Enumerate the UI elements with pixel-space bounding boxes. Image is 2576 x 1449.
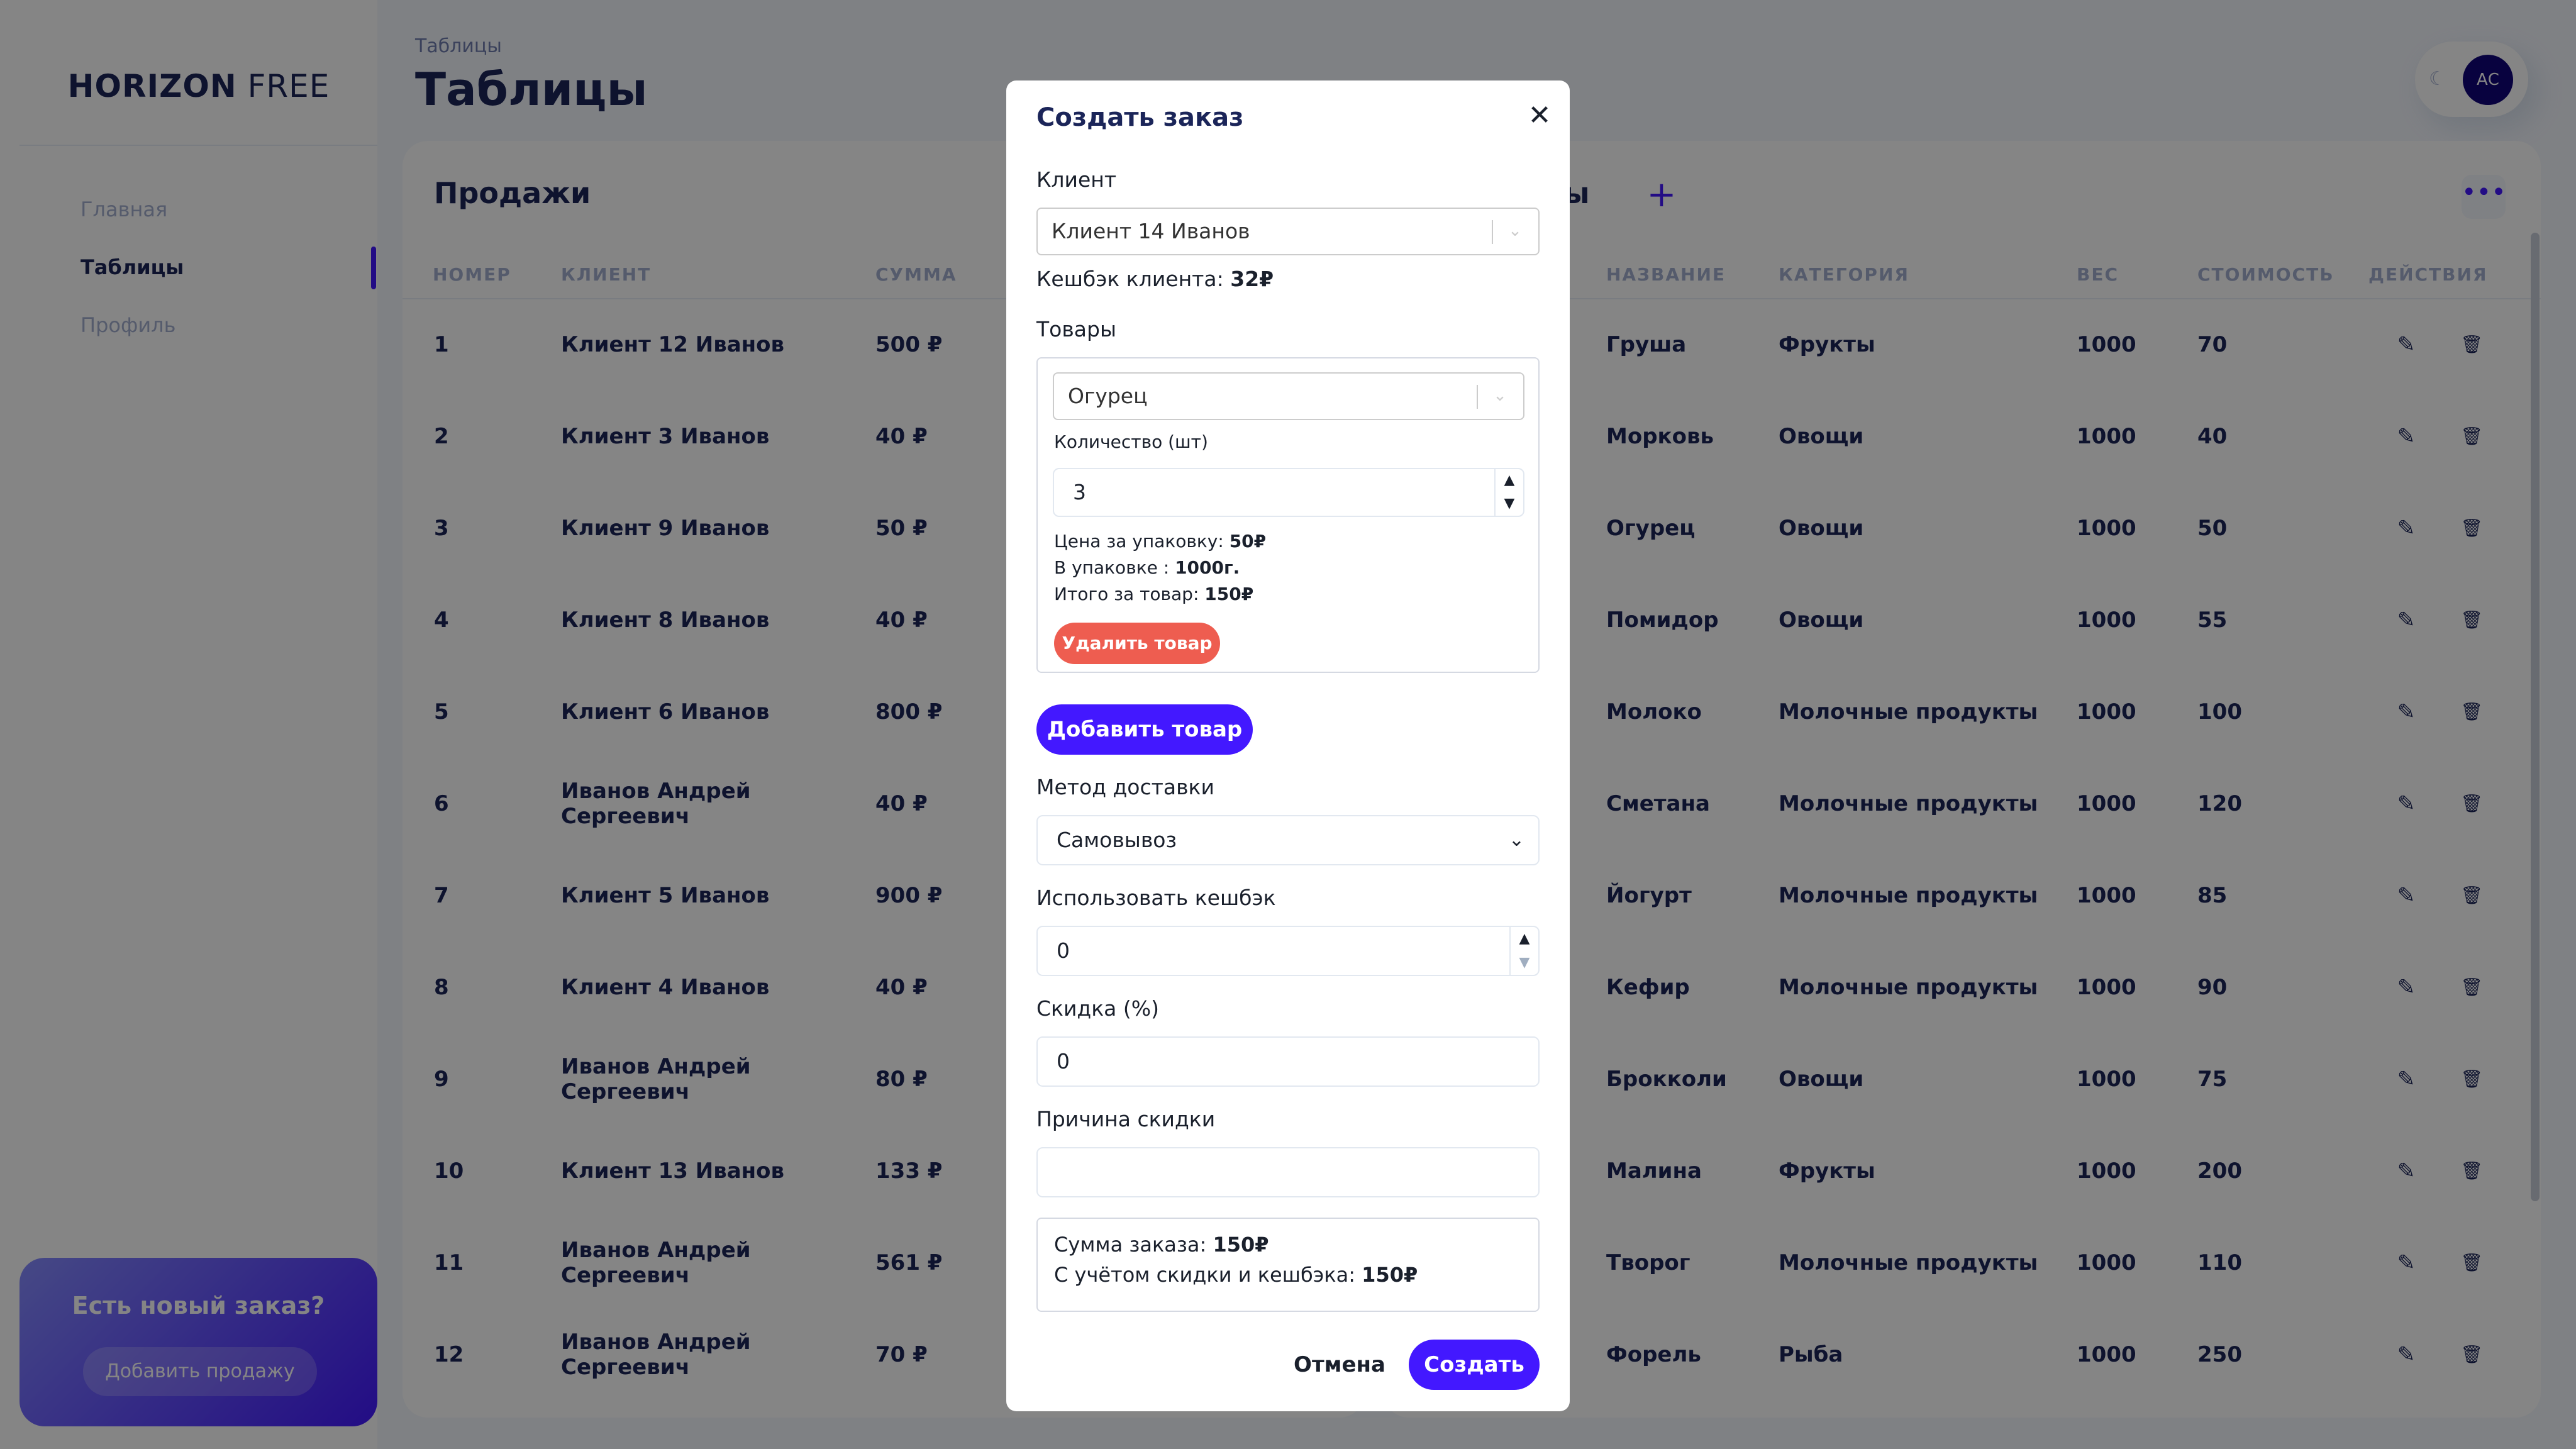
cashback-value: 32₽ [1230, 267, 1274, 291]
select-separator [1492, 220, 1493, 244]
close-icon[interactable]: ✕ [1523, 97, 1556, 135]
cancel-button[interactable]: Отмена [1287, 1340, 1392, 1390]
item-total-label: Итого за товар: [1054, 584, 1199, 604]
pack-price-text: Цена за упаковку: 50₽ [1054, 528, 1266, 555]
order-sum-value: 150₽ [1213, 1233, 1269, 1257]
pack-price-label: Цена за упаковку: [1054, 531, 1224, 552]
create-button[interactable]: Создать [1409, 1340, 1540, 1390]
item-total-text: Итого за товар: 150₽ [1054, 581, 1253, 608]
pack-weight-label: В упаковке : [1054, 557, 1170, 578]
discount-reason-input[interactable] [1036, 1147, 1540, 1197]
use-cashback-value: 0 [1057, 938, 1070, 963]
spin-down-icon[interactable]: ▼ [1511, 951, 1538, 975]
quantity-value: 3 [1073, 480, 1086, 504]
item-total-value: 150₽ [1204, 584, 1254, 604]
delivery-select[interactable]: Самовывоз ⌄ [1036, 815, 1540, 865]
use-cashback-label: Использовать кешбэк [1036, 886, 1276, 910]
spin-up-icon[interactable]: ▲ [1511, 927, 1538, 951]
select-separator [1477, 385, 1478, 409]
order-sum-label: Сумма заказа: [1054, 1233, 1207, 1257]
product-item-box: Огурец ⌄ Количество (шт) 3 ▲ ▼ Цена за у… [1036, 357, 1540, 673]
use-cashback-input[interactable]: 0 ▲ ▼ [1036, 926, 1540, 976]
cashback-label: Кешбэк клиента: [1036, 267, 1224, 291]
create-order-modal: Создать заказ ✕ Клиент Клиент 14 Иванов … [1006, 80, 1570, 1411]
order-summary-box: Сумма заказа: 150₽ С учётом скидки и кеш… [1036, 1218, 1540, 1312]
discount-reason-label: Причина скидки [1036, 1107, 1216, 1131]
client-cashback-text: Кешбэк клиента: 32₽ [1036, 267, 1274, 291]
quantity-label: Количество (шт) [1054, 431, 1208, 452]
cashback-spinner[interactable]: ▲ ▼ [1509, 927, 1538, 975]
client-select-value: Клиент 14 Иванов [1052, 219, 1250, 243]
client-label: Клиент [1036, 167, 1117, 192]
discount-input[interactable]: 0 [1036, 1036, 1540, 1087]
quantity-stepper[interactable]: 3 ▲ ▼ [1053, 468, 1524, 517]
spin-up-icon[interactable]: ▲ [1496, 469, 1523, 492]
spin-down-icon[interactable]: ▼ [1496, 492, 1523, 516]
chevron-down-icon[interactable]: ⌄ [1506, 221, 1524, 240]
modal-title: Создать заказ [1036, 103, 1244, 132]
order-sum-text: Сумма заказа: 150₽ [1054, 1231, 1269, 1258]
product-select-value: Огурец [1068, 384, 1148, 408]
goods-label: Товары [1036, 317, 1117, 341]
remove-product-button[interactable]: Удалить товар [1054, 623, 1220, 664]
product-select[interactable]: Огурец ⌄ [1053, 372, 1524, 420]
discount-label: Скидка (%) [1036, 996, 1159, 1021]
order-total-label: С учётом скидки и кешбэка: [1054, 1263, 1355, 1287]
pack-weight-value: 1000г. [1175, 557, 1240, 578]
chevron-down-icon[interactable]: ⌄ [1491, 386, 1509, 405]
delivery-label: Метод доставки [1036, 775, 1214, 799]
order-total-value: 150₽ [1362, 1263, 1418, 1287]
client-select[interactable]: Клиент 14 Иванов ⌄ [1036, 208, 1540, 255]
order-total-text: С учётом скидки и кешбэка: 150₽ [1054, 1262, 1418, 1288]
chevron-down-icon[interactable]: ⌄ [1509, 816, 1524, 864]
pack-price-value: 50₽ [1229, 531, 1267, 552]
discount-value: 0 [1057, 1049, 1070, 1074]
quantity-spinner[interactable]: ▲ ▼ [1494, 469, 1523, 516]
add-product-button[interactable]: Добавить товар [1036, 704, 1253, 755]
delivery-select-value: Самовывоз [1057, 828, 1177, 852]
pack-weight-text: В упаковке : 1000г. [1054, 555, 1240, 581]
